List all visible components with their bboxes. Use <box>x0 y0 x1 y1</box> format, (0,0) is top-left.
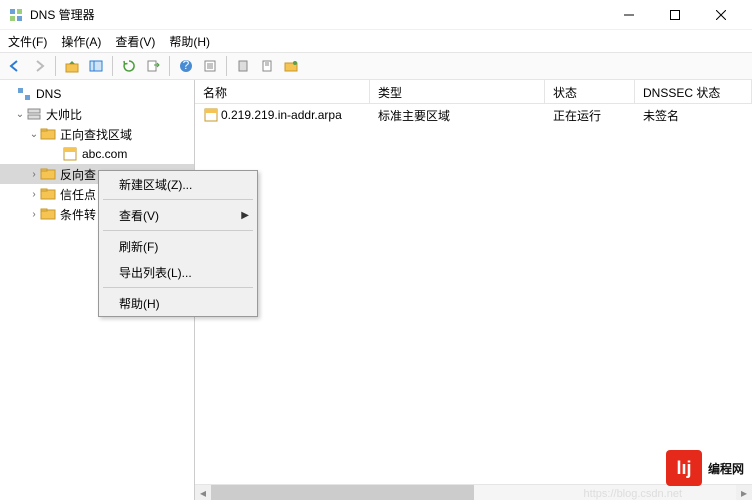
scroll-thumb[interactable] <box>211 485 474 500</box>
chevron-right-icon[interactable]: › <box>28 189 40 200</box>
tree-label: 信任点 <box>60 186 96 203</box>
watermark: lıj 编程网 <box>666 450 744 486</box>
toolbar-separator <box>169 56 170 76</box>
chevron-right-icon: ▶ <box>241 210 249 221</box>
cell-name-text: 0.219.219.in-addr.arpa <box>221 108 342 122</box>
server-icon <box>26 106 42 122</box>
close-button[interactable] <box>698 0 744 30</box>
menu-item-label: 查看(V) <box>119 207 159 224</box>
faded-url: https://blog.csdn.net <box>584 488 682 500</box>
context-menu: 新建区域(Z)... 查看(V) ▶ 刷新(F) 导出列表(L)... 帮助(H) <box>98 170 258 317</box>
watermark-logo-icon: lıj <box>666 450 702 486</box>
folder-icon <box>40 126 56 142</box>
chevron-right-icon[interactable]: › <box>28 209 40 220</box>
properties-button[interactable] <box>199 55 221 77</box>
app-icon <box>8 7 24 23</box>
folder-icon <box>40 166 56 182</box>
list-body[interactable]: 0.219.219.in-addr.arpa 标准主要区域 正在运行 未签名 <box>195 104 752 484</box>
menu-action[interactable]: 操作(A) <box>61 33 101 50</box>
toolbar-separator <box>226 56 227 76</box>
menu-bar: 文件(F) 操作(A) 查看(V) 帮助(H) <box>0 30 752 52</box>
scroll-right-icon[interactable]: ▸ <box>736 485 752 501</box>
menu-item-label: 导出列表(L)... <box>119 264 192 281</box>
title-bar: DNS 管理器 <box>0 0 752 30</box>
minimize-button[interactable] <box>606 0 652 30</box>
chevron-down-icon[interactable]: ⌄ <box>14 109 26 120</box>
list-header: 名称 类型 状态 DNSSEC 状态 <box>195 80 752 104</box>
svg-text:?: ? <box>183 59 190 72</box>
cell-type: 标准主要区域 <box>370 105 545 126</box>
window-controls <box>606 0 744 30</box>
tree-server[interactable]: ⌄ 大帅比 <box>0 104 194 124</box>
menu-view[interactable]: 查看(V) <box>115 33 155 50</box>
dns-icon <box>16 86 32 102</box>
help-button[interactable]: ? <box>175 55 197 77</box>
tree-forward-zone-item[interactable]: abc.com <box>0 144 194 164</box>
menu-new-zone[interactable]: 新建区域(Z)... <box>99 171 257 197</box>
tree-label: abc.com <box>82 147 127 161</box>
new-item-button[interactable] <box>256 55 278 77</box>
back-button[interactable] <box>4 55 26 77</box>
maximize-button[interactable] <box>652 0 698 30</box>
menu-help[interactable]: 帮助(H) <box>99 290 257 316</box>
forward-button[interactable] <box>28 55 50 77</box>
tree-root-dns[interactable]: DNS <box>0 84 194 104</box>
show-tree-button[interactable] <box>85 55 107 77</box>
chevron-right-icon[interactable]: › <box>28 169 40 180</box>
menu-separator <box>103 230 253 231</box>
tree-label: 正向查找区域 <box>60 126 132 143</box>
col-name[interactable]: 名称 <box>195 80 370 103</box>
folder-icon <box>40 186 56 202</box>
list-row[interactable]: 0.219.219.in-addr.arpa 标准主要区域 正在运行 未签名 <box>195 104 752 126</box>
scroll-left-icon[interactable]: ◂ <box>195 485 211 501</box>
window-title: DNS 管理器 <box>30 6 606 23</box>
watermark-text: 编程网 <box>708 460 744 477</box>
menu-help[interactable]: 帮助(H) <box>169 33 210 50</box>
col-dnssec[interactable]: DNSSEC 状态 <box>635 80 752 103</box>
menu-file[interactable]: 文件(F) <box>8 33 47 50</box>
refresh-button[interactable] <box>118 55 140 77</box>
folder-icon <box>40 206 56 222</box>
menu-item-label: 新建区域(Z)... <box>119 176 192 193</box>
up-folder-button[interactable] <box>61 55 83 77</box>
export-button[interactable] <box>142 55 164 77</box>
menu-export[interactable]: 导出列表(L)... <box>99 259 257 285</box>
list-panel: 名称 类型 状态 DNSSEC 状态 0.219.219.in-addr.arp… <box>195 80 752 500</box>
cell-dnssec: 未签名 <box>635 105 752 126</box>
col-status[interactable]: 状态 <box>545 80 635 103</box>
toolbar: ? <box>0 52 752 80</box>
tree-label: 反向查 <box>60 166 96 183</box>
menu-separator <box>103 199 253 200</box>
menu-view[interactable]: 查看(V) ▶ <box>99 202 257 228</box>
tree-label: DNS <box>36 87 61 101</box>
tree-label: 大帅比 <box>46 106 82 123</box>
zone-icon <box>62 146 78 162</box>
chevron-down-icon[interactable]: ⌄ <box>28 129 40 140</box>
cell-status: 正在运行 <box>545 105 635 126</box>
col-type[interactable]: 类型 <box>370 80 545 103</box>
toolbar-separator <box>55 56 56 76</box>
zone-icon <box>203 107 219 123</box>
tool-button[interactable] <box>280 55 302 77</box>
toolbar-separator <box>112 56 113 76</box>
tree-label: 条件转 <box>60 206 96 223</box>
menu-item-label: 刷新(F) <box>119 238 158 255</box>
menu-refresh[interactable]: 刷新(F) <box>99 233 257 259</box>
filter-button[interactable] <box>232 55 254 77</box>
menu-separator <box>103 287 253 288</box>
menu-item-label: 帮助(H) <box>119 295 160 312</box>
cell-name: 0.219.219.in-addr.arpa <box>195 105 370 125</box>
tree-forward-zones[interactable]: ⌄ 正向查找区域 <box>0 124 194 144</box>
